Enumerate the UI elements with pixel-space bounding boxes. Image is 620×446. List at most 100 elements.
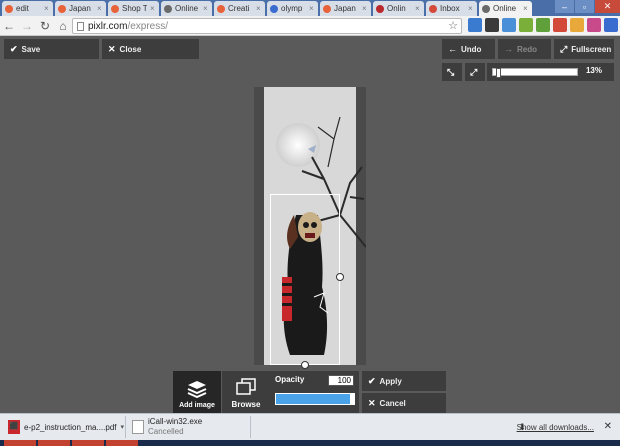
taskbar-item[interactable]: [38, 440, 70, 446]
save-label: Save: [21, 44, 41, 54]
tab-favicon-icon: [482, 4, 490, 13]
image-canvas[interactable]: [254, 87, 366, 365]
extension-icons: ≡: [468, 18, 620, 32]
tab-close-icon[interactable]: ×: [256, 4, 262, 13]
address-bar[interactable]: pixlr.com/express/ ☆: [72, 18, 462, 34]
taskbar-item[interactable]: [72, 440, 104, 446]
browse-button[interactable]: Browse: [222, 371, 270, 413]
fullscreen-button[interactable]: ⤢ Fullscreen: [554, 39, 614, 59]
close-x-icon: ✕: [108, 43, 116, 54]
extension-icon[interactable]: [570, 18, 584, 32]
image-transform-frame[interactable]: [270, 194, 340, 365]
url-host: pixlr.com: [88, 20, 128, 32]
zoom-actual-button[interactable]: ⤢: [465, 63, 485, 81]
tab-close-icon[interactable]: ×: [203, 4, 209, 13]
tab-label: Japan: [69, 4, 91, 13]
redo-button[interactable]: → Redo: [498, 39, 551, 59]
minimize-button[interactable]: –: [554, 0, 574, 13]
forward-arrow-icon: →: [21, 18, 33, 33]
resize-handle-bottom[interactable]: [301, 361, 309, 369]
tab-favicon-icon: [5, 4, 13, 13]
tab-close-icon[interactable]: ×: [415, 4, 421, 13]
close-button[interactable]: ✕ Close: [102, 39, 199, 59]
extension-icon[interactable]: [502, 18, 516, 32]
download-filename: e-p2_instruction_ma....pdf: [24, 422, 117, 432]
download-bar: ⬛ e-p2_instruction_ma....pdf ▾ iCall-win…: [0, 413, 620, 440]
opacity-slider[interactable]: [275, 393, 355, 405]
close-label: Close: [119, 44, 142, 54]
browser-tab[interactable]: Japan ×: [55, 1, 106, 16]
browser-toolbar: ← → ↻ ⌂ pixlr.com/express/ ☆ ≡: [0, 16, 620, 36]
close-x-icon: ✕: [368, 397, 376, 408]
maximize-button[interactable]: ▫: [574, 0, 594, 13]
browser-tab[interactable]: Online ×: [479, 1, 532, 16]
tab-favicon-icon: [270, 4, 278, 13]
tab-favicon-icon: [111, 4, 119, 13]
tab-label: Online: [175, 4, 199, 13]
reload-button[interactable]: ↻: [36, 17, 54, 35]
undo-button[interactable]: ← Undo: [442, 39, 495, 59]
download-filename: iCall-win32.exe: [148, 417, 203, 426]
extension-icon[interactable]: [519, 18, 533, 32]
tab-favicon-icon: [429, 4, 437, 13]
browser-tab[interactable]: Online ×: [161, 1, 212, 16]
browser-tab[interactable]: Shop T ×: [108, 1, 159, 16]
tab-close-icon[interactable]: ×: [523, 4, 529, 13]
tab-favicon-icon: [217, 4, 225, 13]
browser-tab[interactable]: olymp ×: [267, 1, 318, 16]
redo-label: Redo: [517, 44, 537, 54]
os-taskbar: [0, 440, 620, 446]
add-image-button[interactable]: Add image: [173, 371, 221, 413]
cancel-button[interactable]: ✕ Cancel: [362, 393, 446, 413]
browser-tab[interactable]: Japan ×: [320, 1, 371, 16]
bookmark-star-icon[interactable]: ☆: [448, 19, 458, 32]
extension-icon[interactable]: [604, 18, 618, 32]
taskbar-item[interactable]: [4, 440, 36, 446]
zoom-fit-button[interactable]: ⤡: [442, 63, 462, 81]
url-path: /express/: [127, 20, 169, 32]
redo-arrow-icon: →: [504, 44, 513, 54]
extension-icon[interactable]: [485, 18, 499, 32]
browser-tab[interactable]: Creati ×: [214, 1, 265, 16]
save-button[interactable]: ✔ Save: [4, 39, 99, 59]
tab-favicon-icon: [58, 4, 66, 13]
tab-favicon-icon: [164, 4, 172, 13]
back-arrow-icon: ←: [3, 18, 15, 33]
browser-tab[interactable]: Inbox ×: [426, 1, 477, 16]
taskbar-item[interactable]: [106, 440, 138, 446]
show-all-downloads-link[interactable]: Show all downloads...: [517, 423, 594, 432]
tab-label: olymp: [281, 4, 303, 13]
tab-close-icon[interactable]: ×: [362, 4, 368, 13]
browser-tab[interactable]: Onlin ×: [373, 1, 424, 16]
forward-button[interactable]: →: [18, 17, 36, 35]
extension-icon[interactable]: [587, 18, 601, 32]
opacity-slider-handle[interactable]: [350, 393, 355, 405]
zoom-slider-handle[interactable]: [496, 68, 501, 78]
tab-close-icon[interactable]: ×: [309, 4, 315, 13]
extension-icon[interactable]: [468, 18, 482, 32]
download-separator: [125, 416, 126, 438]
zoom-slider[interactable]: [492, 68, 578, 78]
zoom-percent: 13%: [585, 66, 602, 75]
close-download-bar-icon[interactable]: ✕: [604, 421, 612, 432]
dropdown-caret-icon[interactable]: ▾: [121, 423, 125, 431]
undo-arrow-icon: ←: [448, 44, 457, 54]
opacity-value-input[interactable]: 100: [328, 375, 354, 386]
window-close-button[interactable]: ✕: [594, 0, 620, 13]
back-button[interactable]: ←: [0, 17, 18, 35]
tab-strip: edit × Japan × Shop T × Online × Creati × olymp × Ja…: [0, 0, 620, 16]
download-item-exe[interactable]: iCall-win32.exe Cancelled: [128, 416, 206, 438]
tab-close-icon[interactable]: ×: [150, 4, 156, 13]
resize-handle-right[interactable]: [336, 273, 344, 281]
gmail-icon[interactable]: [553, 18, 567, 32]
browser-tab[interactable]: edit ×: [2, 1, 53, 16]
tab-close-icon[interactable]: ×: [468, 4, 474, 13]
apply-button[interactable]: ✔ Apply: [362, 371, 446, 391]
tab-close-icon[interactable]: ×: [97, 4, 103, 13]
layers-icon: [187, 381, 207, 398]
home-button[interactable]: ⌂: [54, 17, 72, 35]
add-image-label: Add image: [179, 402, 215, 409]
tab-close-icon[interactable]: ×: [44, 4, 50, 13]
extension-icon[interactable]: [536, 18, 550, 32]
download-item-pdf[interactable]: ⬛ e-p2_instruction_ma....pdf ▾: [4, 416, 128, 438]
